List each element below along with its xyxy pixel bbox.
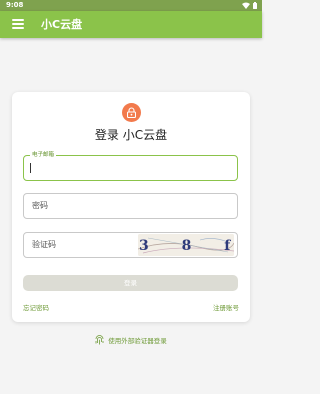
login-title: 登录 小C云盘	[94, 128, 168, 142]
fingerprint-icon	[95, 335, 104, 345]
text-cursor	[30, 163, 31, 173]
captcha-placeholder: 验证码	[32, 240, 56, 249]
captcha-field[interactable]: 验证码 3 8 f 7	[23, 232, 238, 258]
password-placeholder: 密码	[32, 201, 48, 210]
email-field-label: 电子邮箱	[30, 151, 57, 159]
email-field[interactable]: 电子邮箱	[23, 151, 238, 181]
login-button[interactable]: 登录	[23, 275, 238, 291]
status-time: 9:08	[6, 1, 24, 9]
external-login-label: 使用外部验证器登录	[108, 337, 167, 345]
app-title: 小C云盘	[41, 18, 83, 31]
lock-icon	[122, 103, 141, 122]
captcha-image[interactable]: 3 8 f 7	[138, 234, 234, 256]
battery-icon	[253, 2, 257, 9]
password-field[interactable]: 密码	[23, 193, 238, 219]
external-authenticator-login[interactable]: 使用外部验证器登录	[0, 334, 262, 346]
forgot-password-link[interactable]: 忘记密码	[23, 302, 49, 312]
login-card: 登录 小C云盘 电子邮箱 密码 验证码 3 8 f 7 登录 忘记密码 注册账号	[12, 92, 250, 322]
menu-icon[interactable]	[12, 19, 24, 30]
register-link[interactable]: 注册账号	[213, 302, 239, 312]
wifi-icon	[242, 2, 250, 9]
captcha-text: 3 8 f 7	[139, 238, 234, 254]
app-bar: 小C云盘	[0, 11, 262, 38]
status-bar: 9:08	[0, 0, 262, 11]
